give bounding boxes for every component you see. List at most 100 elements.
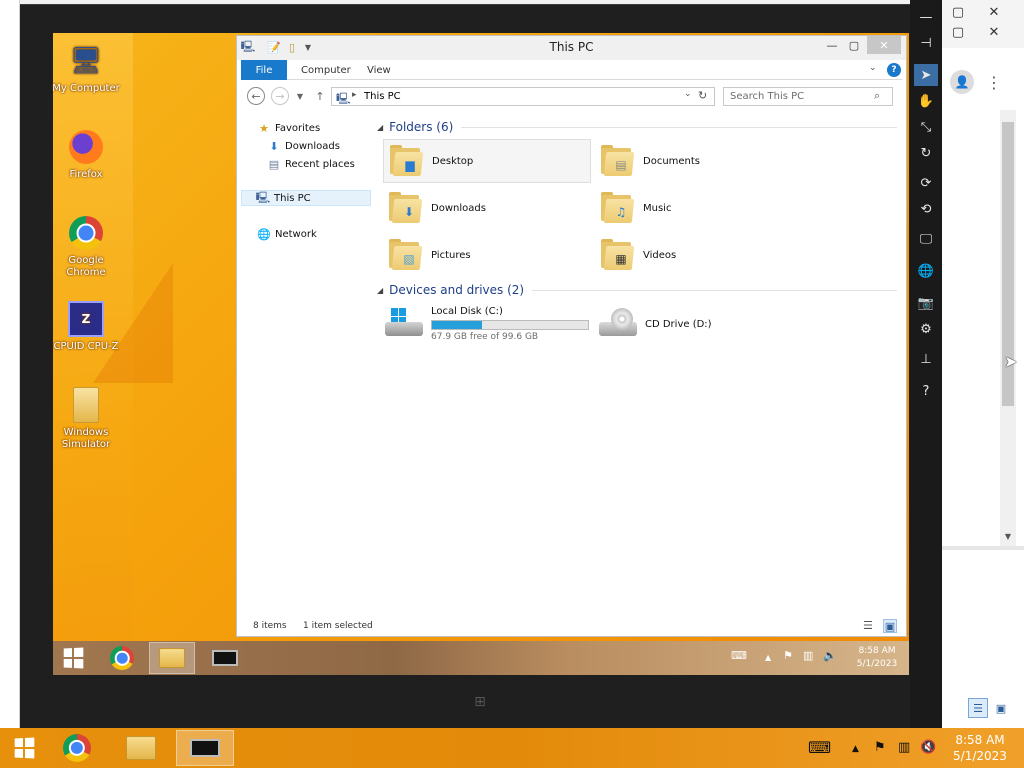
tab-view[interactable]: View <box>355 60 403 80</box>
touch-keyboard-icon[interactable]: ⌨ <box>731 649 747 662</box>
this-pc-icon: 🖳 <box>255 190 271 204</box>
pinch-icon[interactable]: ⤡ <box>914 116 938 138</box>
camera-icon[interactable]: 📷 <box>914 292 938 314</box>
downloads-folder-icon: ⬇ <box>269 139 279 153</box>
network-icon[interactable]: ⊥ <box>914 348 938 370</box>
network-status-icon[interactable]: ▥ <box>898 740 910 755</box>
rotate-counterclockwise-icon[interactable]: ⟲ <box>914 198 938 220</box>
host-start-button[interactable] <box>4 730 44 766</box>
minimize-button[interactable]: — <box>819 36 845 54</box>
tab-computer[interactable]: Computer <box>289 60 363 80</box>
search-icon[interactable]: ⌕ <box>874 89 880 103</box>
show-hidden-icons-icon[interactable]: ▲ <box>852 744 859 754</box>
folder-item-videos[interactable]: ▦ Videos <box>595 233 803 277</box>
folder-name: Desktop <box>432 155 474 167</box>
title-bar[interactable]: 🖳 📝 ▯ ▼ This PC — ▢ ✕ <box>237 36 906 60</box>
forward-arrow-icon[interactable]: → <box>271 87 289 105</box>
host-taskbar-file-explorer[interactable] <box>114 730 168 766</box>
scroll-down-icon[interactable]: ▼ <box>1000 528 1016 544</box>
chevron-right-icon[interactable]: ▸ <box>352 90 357 100</box>
desktop-icon-google-chrome[interactable]: Google Chrome <box>50 214 122 279</box>
devices-group-header[interactable]: ◢ Devices and drives (2) <box>377 281 897 299</box>
desktop-icon-label: CPUID CPU-Z <box>53 341 119 352</box>
desktop-icon-firefox[interactable]: Firefox <box>50 128 122 181</box>
volume-muted-icon[interactable]: 🔇 <box>920 740 936 755</box>
up-arrow-icon[interactable]: ↑ <box>311 87 329 105</box>
action-center-flag-icon[interactable]: ⚑ <box>874 740 886 755</box>
large-icons-view-icon[interactable]: ▣ <box>883 619 897 633</box>
collapse-triangle-icon[interactable]: ◢ <box>377 123 383 132</box>
folders-group-header[interactable]: ◢ Folders (6) <box>377 118 897 136</box>
address-bar[interactable]: 🖳 ▸ This PC ⌄ ↻ <box>331 87 715 106</box>
nav-label: This PC <box>274 192 311 204</box>
profile-avatar-icon[interactable]: 👤 <box>950 70 974 94</box>
recent-locations-icon[interactable]: ▼ <box>291 87 309 105</box>
details-view-icon[interactable]: ☰ <box>863 619 873 632</box>
nav-item-favorites[interactable]: ★ Favorites <box>257 120 320 136</box>
rotate-clockwise-icon[interactable]: ⟳ <box>914 172 938 194</box>
search-input[interactable]: Search This PC ⌕ <box>723 87 893 106</box>
tab-file[interactable]: File <box>241 60 287 80</box>
group-title: Folders (6) <box>389 120 454 134</box>
nav-label: Downloads <box>285 140 340 152</box>
host-maximize-button[interactable]: ▢ <box>940 2 976 22</box>
help-icon[interactable]: ? <box>887 63 901 77</box>
host-taskbar-chrome[interactable] <box>54 730 100 766</box>
expand-ribbon-icon[interactable]: ⌄ <box>869 63 877 73</box>
host-restore-button[interactable]: ▢ <box>940 22 976 42</box>
action-center-flag-icon[interactable]: ⚑ <box>783 649 793 662</box>
host-close-button[interactable]: ✕ <box>976 2 1012 22</box>
start-button[interactable] <box>55 642 91 674</box>
tiles-view-icon[interactable]: ▣ <box>992 698 1010 718</box>
help-question-icon[interactable]: ? <box>914 380 938 402</box>
group-divider <box>461 126 897 128</box>
folder-item-pictures[interactable]: ▧ Pictures <box>383 233 591 277</box>
resolution-icon[interactable]: 🖵 <box>914 228 938 250</box>
drive-item-cd-drive-d[interactable]: CD Drive (D:) <box>599 302 799 346</box>
desktop-icon-my-computer[interactable]: 🖥 My Computer <box>50 42 122 95</box>
back-arrow-icon[interactable]: ← <box>247 87 265 105</box>
chrome-icon <box>67 214 105 252</box>
network-status-icon[interactable]: ▥ <box>803 649 813 662</box>
nav-item-recent-places[interactable]: ▤ Recent places <box>267 156 355 172</box>
minimize-icon[interactable]: — <box>914 6 938 28</box>
maximize-button[interactable]: ▢ <box>843 36 865 54</box>
nav-item-network[interactable]: 🌐 Network <box>257 226 317 242</box>
simulator-windows-button-icon[interactable]: ⊞ <box>470 692 490 712</box>
details-view-icon[interactable]: ☰ <box>968 698 988 718</box>
folder-item-music[interactable]: ♫ Music <box>595 186 803 230</box>
refresh-icon[interactable]: ↻ <box>698 89 707 102</box>
volume-icon[interactable]: 🔈 <box>823 649 837 662</box>
folder-item-documents[interactable]: ▤ Documents <box>595 139 803 183</box>
nav-label: Favorites <box>275 122 321 134</box>
show-hidden-icons-icon[interactable]: ▲ <box>765 653 771 662</box>
more-options-icon[interactable]: ⋮ <box>986 70 1002 94</box>
pin-icon[interactable]: ⊣ <box>914 32 938 54</box>
pointer-icon[interactable]: ➤ <box>914 64 938 86</box>
address-text: This PC <box>364 91 401 102</box>
collapse-triangle-icon[interactable]: ◢ <box>377 286 383 295</box>
desktop-icon-label: My Computer <box>52 83 120 94</box>
nav-item-downloads[interactable]: ⬇ Downloads <box>267 138 340 154</box>
taskbar-chrome[interactable] <box>103 642 141 674</box>
desktop-icon-cpuid-cpu-z[interactable]: Z CPUID CPU-Z <box>50 300 122 353</box>
taskbar-file-explorer[interactable] <box>149 642 195 674</box>
close-button[interactable]: ✕ <box>867 36 901 54</box>
hand-icon[interactable]: ✋ <box>914 90 938 112</box>
desktop-icon-windows-simulator[interactable]: Windows Simulator <box>50 386 122 451</box>
chevron-down-icon[interactable]: ⌄ <box>684 89 692 99</box>
location-globe-icon[interactable]: 🌐 <box>914 260 938 282</box>
taskbar-clock[interactable]: 8:58 AM 5/1/2023 <box>851 645 903 671</box>
host-taskbar-simulator[interactable] <box>176 730 234 766</box>
nav-item-this-pc[interactable]: 🖳 This PC <box>241 190 371 206</box>
host-close-button-2[interactable]: ✕ <box>976 22 1012 42</box>
taskbar-remote-desktop[interactable] <box>203 642 247 674</box>
gear-icon[interactable]: ⚙ <box>914 318 938 340</box>
rotate-touch-icon[interactable]: ↻ <box>914 142 938 164</box>
host-taskbar-clock[interactable]: 8:58 AM 5/1/2023 <box>950 732 1010 764</box>
touch-keyboard-icon[interactable]: ⌨ <box>808 738 831 757</box>
folder-item-downloads[interactable]: ⬇ Downloads <box>383 186 591 230</box>
network-globe-icon: 🌐 <box>257 227 271 241</box>
folder-item-desktop[interactable]: ▆ Desktop <box>383 139 591 183</box>
drive-item-local-disk-c[interactable]: Local Disk (C:) 67.9 GB free of 99.6 GB <box>385 302 595 346</box>
